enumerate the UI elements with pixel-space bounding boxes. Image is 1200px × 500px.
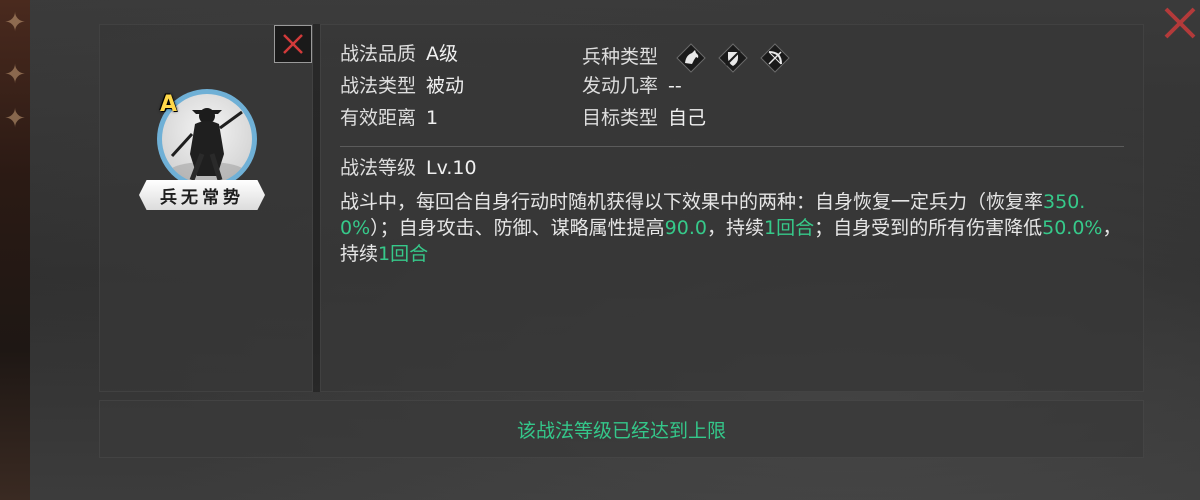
- troop-label: 兵种类型: [582, 46, 659, 68]
- target-label: 目标类型: [582, 107, 659, 129]
- grade-letter: A: [160, 92, 178, 117]
- section-divider: [340, 146, 1124, 147]
- panel-divider: [313, 24, 320, 392]
- target-row: 目标类型 自己: [582, 104, 706, 132]
- quality-value: A级: [426, 43, 459, 65]
- range-row: 有效距离 1: [340, 104, 438, 132]
- range-value: 1: [426, 107, 439, 129]
- close-icon: [283, 34, 303, 54]
- rate-value: --: [668, 75, 682, 97]
- rate-label: 发动几率: [582, 75, 659, 97]
- skill-name: 兵无常势: [139, 180, 265, 210]
- desc-highlight: 1回合: [378, 243, 429, 265]
- bow-icon: [760, 42, 790, 73]
- quality-row: 战法品质 A级: [340, 40, 458, 68]
- window-close-button[interactable]: [1163, 6, 1197, 40]
- desc-text: ；自身受到的所有伤害降低: [814, 217, 1043, 239]
- target-value: 自己: [668, 107, 707, 129]
- left-decorative-banner: ✦ ✦ ✦: [0, 0, 30, 500]
- desc-highlight: 50.0%: [1042, 217, 1103, 239]
- level-label: 战法等级: [340, 157, 417, 179]
- level-row: 战法等级 Lv.10: [340, 154, 477, 182]
- rate-row: 发动几率 --: [582, 72, 682, 100]
- desc-highlight: 90.0: [664, 217, 707, 239]
- quality-label: 战法品质: [340, 43, 417, 65]
- troop-row: 兵种类型: [582, 40, 796, 74]
- banner-ornament-icon: ✦: [4, 8, 26, 38]
- type-row: 战法类型 被动: [340, 72, 464, 100]
- shield-icon: [718, 42, 748, 73]
- troop-icons: [676, 42, 796, 73]
- skill-description: 战斗中，每回合自身行动时随机获得以下效果中的两种：自身恢复一定兵力（恢复率350…: [340, 189, 1130, 267]
- desc-text: ，持续: [706, 217, 764, 239]
- close-icon: [1164, 7, 1196, 39]
- banner-ornament-icon: ✦: [4, 60, 26, 90]
- range-label: 有效距离: [340, 107, 417, 129]
- type-value: 被动: [426, 75, 465, 97]
- desc-text: ）；自身攻击、防御、谋略属性提高: [370, 217, 665, 239]
- desc-highlight: 1回合: [764, 217, 815, 239]
- cavalry-icon: [676, 42, 706, 73]
- banner-ornament-icon: ✦: [4, 104, 26, 134]
- type-label: 战法类型: [340, 75, 417, 97]
- close-button[interactable]: [274, 25, 312, 63]
- desc-text: 战斗中，每回合自身行动时随机获得以下效果中的两种：自身恢复一定兵力（恢复率: [340, 191, 1044, 213]
- max-level-message: 该战法等级已经达到上限: [516, 419, 726, 442]
- level-value: Lv.10: [426, 157, 477, 179]
